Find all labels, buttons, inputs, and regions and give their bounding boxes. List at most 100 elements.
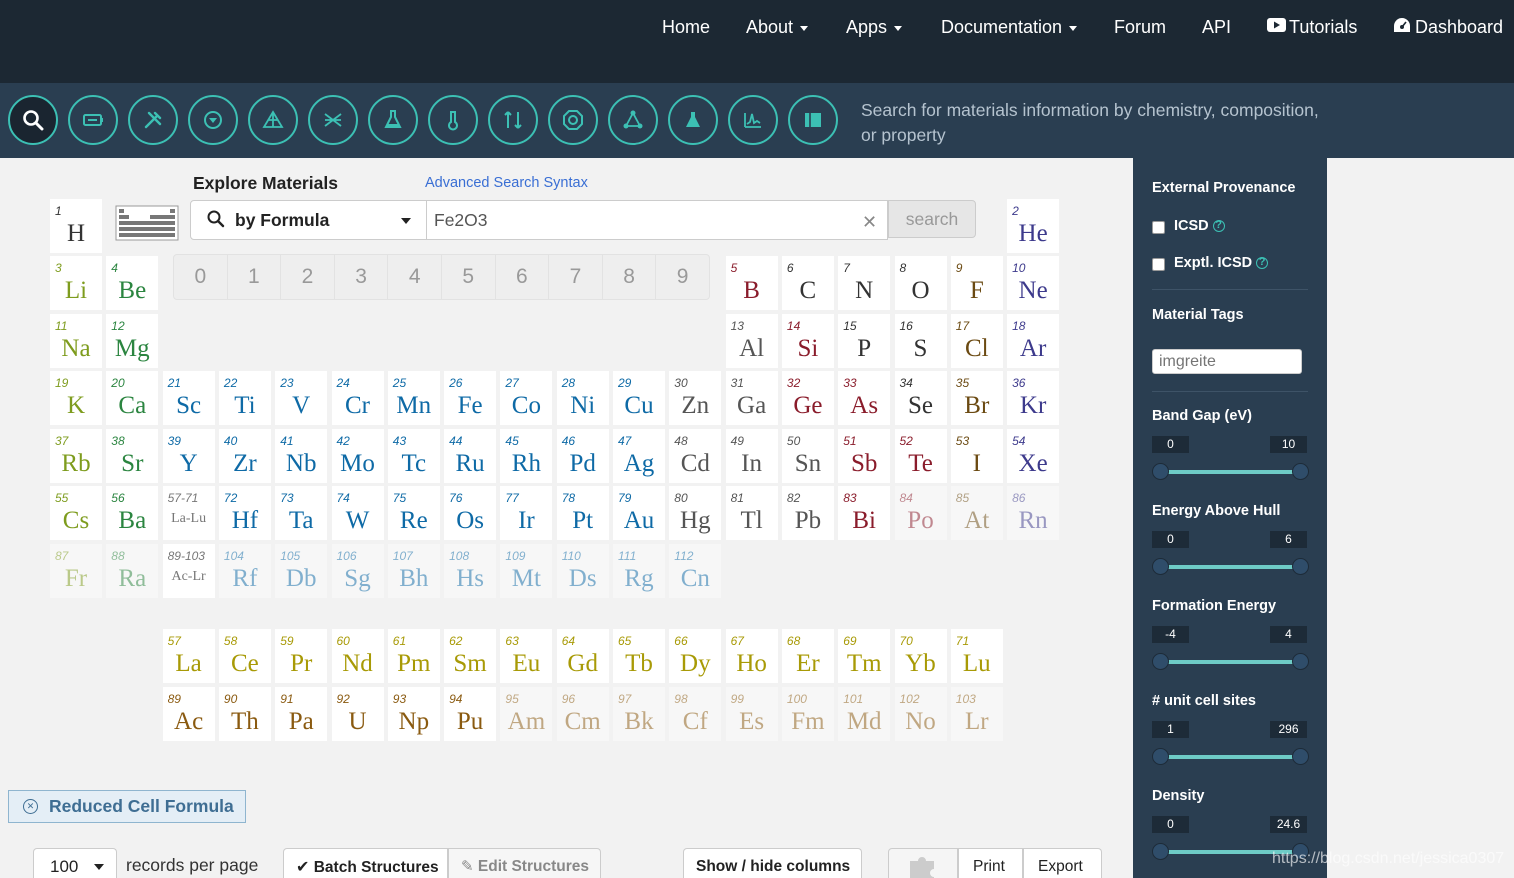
records-per-page-select[interactable]: 100 bbox=[33, 848, 117, 878]
element-dy[interactable]: 66 Dy bbox=[668, 628, 723, 684]
energy-above-hull-min-value[interactable]: 0 bbox=[1152, 531, 1189, 548]
element-yb[interactable]: 70 Yb bbox=[893, 628, 948, 684]
nav-dashboard[interactable]: Dashboard bbox=[1393, 17, 1503, 38]
element-ho[interactable]: 67 Ho bbox=[724, 628, 779, 684]
unit-cell-sites-max-value[interactable]: 296 bbox=[1270, 721, 1307, 738]
element-li[interactable]: 3 Li bbox=[49, 255, 103, 311]
element-ta[interactable]: 73 Ta bbox=[274, 485, 329, 541]
element-ti[interactable]: 22 Ti bbox=[217, 370, 272, 426]
element-al[interactable]: 13 Al bbox=[724, 313, 779, 369]
digit-button-9[interactable]: 9 bbox=[656, 255, 709, 299]
element-xe[interactable]: 54 Xe bbox=[1006, 428, 1061, 484]
element-o[interactable]: 8O bbox=[893, 255, 948, 311]
element-at[interactable]: 85 At bbox=[949, 485, 1004, 541]
element-zn[interactable]: 30 Zn bbox=[668, 370, 723, 426]
material-tags-input[interactable] bbox=[1152, 349, 1302, 374]
pourbaix-app-button[interactable] bbox=[188, 95, 238, 145]
element-cf[interactable]: 98 Cf bbox=[668, 686, 723, 742]
digit-button-5[interactable]: 5 bbox=[442, 255, 496, 299]
element-in[interactable]: 49 In bbox=[724, 428, 779, 484]
band-gap-ev-max-handle[interactable] bbox=[1292, 463, 1309, 480]
remove-icon[interactable]: ✕ bbox=[23, 799, 38, 814]
element-pa[interactable]: 91 Pa bbox=[274, 686, 329, 742]
nav-home[interactable]: Home bbox=[662, 17, 710, 38]
element-w[interactable]: 74 W bbox=[330, 485, 385, 541]
element-hf[interactable]: 72 Hf bbox=[217, 485, 272, 541]
element-sc[interactable]: 21 Sc bbox=[161, 370, 216, 426]
digit-button-7[interactable]: 7 bbox=[549, 255, 603, 299]
element-i[interactable]: 53 I bbox=[949, 428, 1004, 484]
element-h[interactable]: 1H bbox=[49, 198, 103, 254]
element-as[interactable]: 33 As bbox=[837, 370, 892, 426]
element-na[interactable]: 11 Na bbox=[49, 313, 103, 369]
advanced-search-syntax-link[interactable]: Advanced Search Syntax bbox=[425, 175, 588, 191]
unit-cell-sites-track[interactable] bbox=[1160, 755, 1300, 759]
reaction-app-button[interactable] bbox=[488, 95, 538, 145]
element-pt[interactable]: 78 Pt bbox=[555, 485, 610, 541]
search-mode-select[interactable]: by Formula bbox=[190, 200, 427, 240]
element-ra[interactable]: 88 Ra bbox=[105, 543, 160, 599]
help-icon[interactable]: ? bbox=[1256, 257, 1269, 269]
element-hg[interactable]: 80 Hg bbox=[668, 485, 723, 541]
element-cl[interactable]: 17 Cl bbox=[949, 313, 1004, 369]
element-cd[interactable]: 48 Cd bbox=[668, 428, 723, 484]
element-cm[interactable]: 96 Cm bbox=[555, 686, 610, 742]
element-cu[interactable]: 29 Cu bbox=[612, 370, 666, 426]
nav-documentation[interactable]: Documentation bbox=[941, 17, 1078, 38]
element-kr[interactable]: 36 Kr bbox=[1006, 370, 1061, 426]
element-au[interactable]: 79 Au bbox=[612, 485, 666, 541]
element-am[interactable]: 95 Am bbox=[499, 686, 554, 742]
digit-button-4[interactable]: 4 bbox=[388, 255, 442, 299]
element-s[interactable]: 16 S bbox=[893, 313, 948, 369]
element-fm[interactable]: 100 Fm bbox=[780, 686, 835, 742]
element-bi[interactable]: 83 Bi bbox=[837, 485, 892, 541]
search-button[interactable]: search bbox=[888, 200, 976, 238]
icsd-checkbox[interactable] bbox=[1152, 221, 1165, 234]
element-tb[interactable]: 65 Tb bbox=[612, 628, 666, 684]
element-es[interactable]: 99 Es bbox=[724, 686, 779, 742]
search-app-button[interactable] bbox=[8, 95, 58, 145]
element-ce[interactable]: 58 Ce bbox=[217, 628, 272, 684]
element-ge[interactable]: 32 Ge bbox=[780, 370, 835, 426]
element-se[interactable]: 34 Se bbox=[893, 370, 948, 426]
element-ca[interactable]: 20 Ca bbox=[105, 370, 160, 426]
element-v[interactable]: 23 V bbox=[274, 370, 329, 426]
element-te[interactable]: 52 Te bbox=[893, 428, 948, 484]
nav-tutorials[interactable]: Tutorials bbox=[1267, 17, 1357, 38]
element-co[interactable]: 27 Co bbox=[499, 370, 554, 426]
element-ba[interactable]: 56 Ba bbox=[105, 485, 160, 541]
thermometer-app-button[interactable] bbox=[428, 95, 478, 145]
digit-button-1[interactable]: 1 bbox=[228, 255, 282, 299]
band-gap-ev-min-handle[interactable] bbox=[1152, 463, 1169, 480]
element-n[interactable]: 7N bbox=[837, 255, 892, 311]
export-button[interactable]: Export bbox=[1023, 848, 1102, 878]
element-rh[interactable]: 45 Rh bbox=[499, 428, 554, 484]
band-gap-ev-max-value[interactable]: 10 bbox=[1270, 436, 1307, 453]
tools-app-button[interactable] bbox=[128, 95, 178, 145]
element-zr[interactable]: 40 Zr bbox=[217, 428, 272, 484]
element-th[interactable]: 90 Th bbox=[217, 686, 272, 742]
formation-energy-max-value[interactable]: 4 bbox=[1270, 626, 1307, 643]
element-pb[interactable]: 82 Pb bbox=[780, 485, 835, 541]
element-rf[interactable]: 104 Rf bbox=[217, 543, 272, 599]
element-mg[interactable]: 12 Mg bbox=[105, 313, 160, 369]
element-er[interactable]: 68 Er bbox=[780, 628, 835, 684]
band-gap-ev-track[interactable] bbox=[1160, 470, 1300, 474]
element-b[interactable]: 5B bbox=[724, 255, 779, 311]
nanoparticle-app-button[interactable] bbox=[548, 95, 598, 145]
element-fr[interactable]: 87 Fr bbox=[49, 543, 103, 599]
digit-button-2[interactable]: 2 bbox=[281, 255, 335, 299]
flask-app-button[interactable] bbox=[368, 95, 418, 145]
element-u[interactable]: 92 U bbox=[330, 686, 385, 742]
element-pr[interactable]: 59 Pr bbox=[274, 628, 329, 684]
exptl-icsd-checkbox[interactable] bbox=[1152, 258, 1165, 271]
element-fe[interactable]: 26 Fe bbox=[443, 370, 498, 426]
formation-energy-min-value[interactable]: -4 bbox=[1152, 626, 1189, 643]
element-p[interactable]: 15 P bbox=[837, 313, 892, 369]
element-sg[interactable]: 106 Sg bbox=[330, 543, 385, 599]
element-os[interactable]: 76 Os bbox=[443, 485, 498, 541]
clear-icon[interactable]: ✕ bbox=[862, 212, 877, 233]
element-br[interactable]: 35 Br bbox=[949, 370, 1004, 426]
element-lu[interactable]: 71 Lu bbox=[949, 628, 1004, 684]
element-sm[interactable]: 62 Sm bbox=[443, 628, 498, 684]
